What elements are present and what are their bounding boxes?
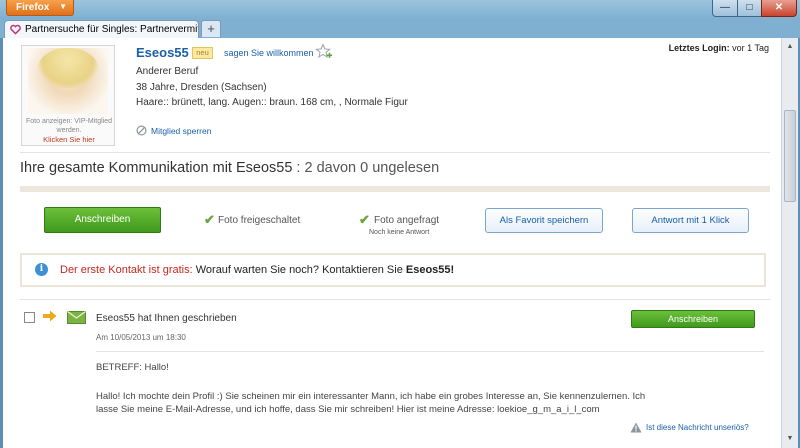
block-member-link[interactable]: Mitglied sperren: [151, 126, 211, 136]
scroll-up-icon[interactable]: ▲: [783, 40, 797, 54]
divider: [96, 351, 764, 352]
close-window-button[interactable]: ✕: [761, 0, 797, 17]
message-write-button[interactable]: Anschreiben: [631, 310, 755, 328]
message-sender: Eseos55 hat Ihnen geschrieben: [96, 313, 237, 324]
window-titlebar: Firefox ▼ — □ ✕: [0, 0, 800, 18]
info-banner: i Der erste Kontakt ist gratis: Worauf w…: [20, 253, 766, 287]
info-prompt: Worauf warten Sie noch? Kontaktieren Sie: [192, 264, 406, 276]
message-body-line: Hallo! Ich mochte dein Profil :) Sie sch…: [96, 391, 646, 402]
write-message-button[interactable]: Anschreiben: [44, 207, 161, 233]
firefox-menu-label: Firefox: [16, 2, 50, 13]
page-viewport: Foto anzeigen: VIP-Mitglied werden. Klic…: [3, 38, 781, 448]
tab-title: Partnersuche für Singles: Partnervermitt…: [25, 24, 199, 35]
profile-photo-image: [28, 48, 108, 114]
welcome-link[interactable]: sagen Sie willkommen: [224, 48, 314, 58]
info-icon: i: [35, 263, 48, 276]
photo-requested-label: Foto angefragt: [374, 215, 440, 226]
photo-vip-link[interactable]: Klicken Sie hier: [22, 135, 116, 144]
chevron-down-icon: ▼: [59, 2, 67, 11]
divider: [20, 152, 770, 153]
new-badge: neu: [192, 47, 213, 59]
quick-reply-button[interactable]: Antwort mit 1 Klick: [632, 208, 749, 233]
no-response-label: Noch keine Antwort: [369, 229, 430, 236]
star-add-icon[interactable]: [315, 43, 333, 61]
warning-icon: [630, 422, 642, 433]
divider: [20, 299, 770, 300]
envelope-icon: [67, 311, 86, 324]
message-body-line: lasse Sie meine E-Mail-Adresse, und ich …: [96, 404, 600, 415]
maximize-button[interactable]: □: [737, 0, 762, 17]
checkmark-icon: ✔: [359, 212, 370, 227]
info-username[interactable]: Eseos55!: [406, 264, 454, 276]
message-subject: BETREFF: Hallo!: [96, 362, 169, 373]
last-login: Letztes Login: vor 1 Tag: [669, 43, 769, 53]
profile-job: Anderer Beruf: [136, 66, 199, 77]
tab-partnersuche[interactable]: Partnersuche für Singles: Partnervermitt…: [4, 20, 199, 38]
new-tab-button[interactable]: +: [201, 20, 221, 37]
message-date: Am 10/05/2013 um 18:30: [96, 333, 186, 342]
info-message: Der erste Kontakt ist gratis: Worauf war…: [60, 264, 454, 276]
message-select-checkbox[interactable]: [24, 312, 35, 323]
communication-count: : 2 davon 0 ungelesen: [292, 160, 440, 176]
profile-photo[interactable]: Foto anzeigen: VIP-Mitglied werden. Klic…: [21, 45, 115, 146]
scrollbar-thumb[interactable]: [784, 110, 796, 202]
communication-title-text: Ihre gesamte Kommunikation mit Eseos55: [20, 160, 293, 176]
firefox-menu-button[interactable]: Firefox ▼: [6, 0, 74, 16]
photo-unlocked-label: Foto freigeschaltet: [218, 215, 301, 226]
info-free-contact: Der erste Kontakt ist gratis:: [60, 264, 193, 276]
profile-physical: Haare:: brünett, lang. Augen:: braun. 16…: [136, 97, 408, 108]
last-login-value: vor 1 Tag: [729, 43, 769, 53]
arrow-right-icon: [43, 310, 57, 322]
profile-photo-hair: [38, 48, 98, 88]
profile-username[interactable]: Eseos55: [136, 45, 189, 60]
message-body: Hallo! Ich mochte dein Profil :) Sie sch…: [96, 390, 666, 416]
minimize-button[interactable]: —: [712, 0, 738, 17]
heart-favicon-icon: [10, 24, 21, 35]
last-login-label: Letztes Login:: [668, 43, 730, 53]
report-message-link[interactable]: Ist diese Nachricht unseriös?: [646, 423, 749, 432]
block-icon: [136, 125, 147, 136]
profile-age-location: 38 Jahre, Dresden (Sachsen): [136, 82, 267, 93]
photo-caption: Foto anzeigen: VIP-Mitglied werden.: [26, 118, 112, 134]
vertical-scrollbar[interactable]: ▲ ▼: [781, 38, 798, 448]
checkmark-icon: ✔: [204, 212, 215, 227]
communication-title: Ihre gesamte Kommunikation mit Eseos55 :…: [20, 160, 439, 176]
save-favorite-button[interactable]: Als Favorit speichern: [485, 208, 603, 233]
section-band: [20, 186, 770, 192]
tab-bar: Partnersuche für Singles: Partnervermitt…: [0, 18, 800, 38]
scroll-down-icon[interactable]: ▼: [783, 432, 797, 446]
